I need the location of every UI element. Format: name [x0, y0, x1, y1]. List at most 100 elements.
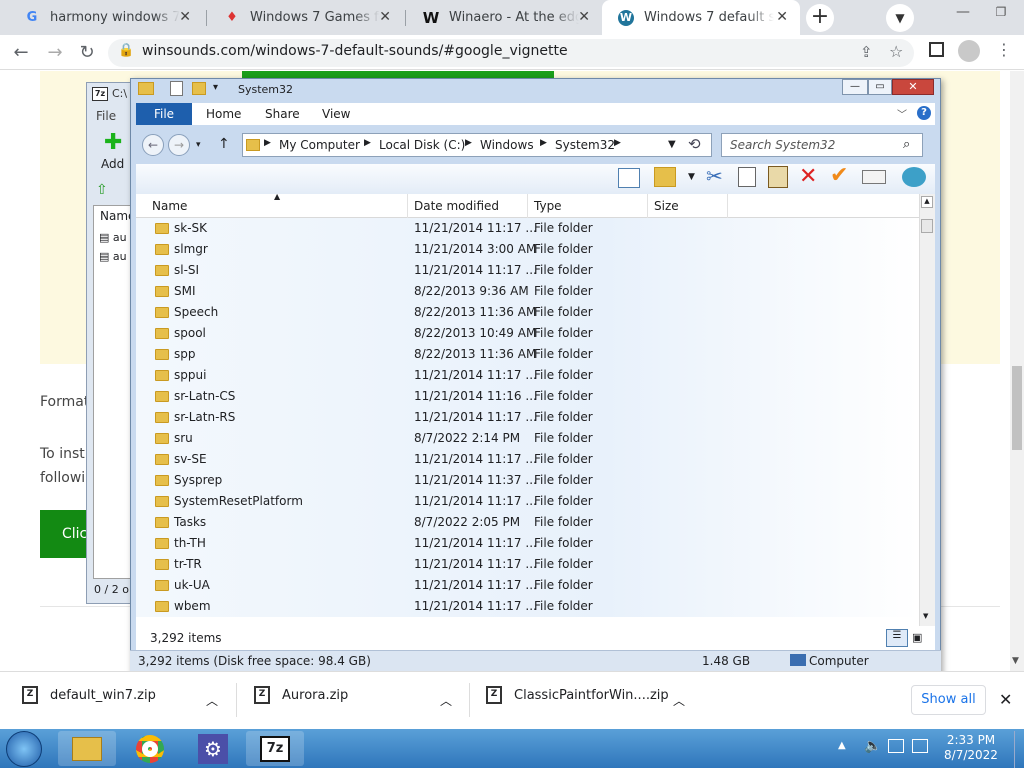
select-folder-icon[interactable] — [654, 167, 676, 187]
help-icon[interactable]: ? — [917, 106, 931, 120]
ribbon-expand-icon[interactable]: ﹀ — [897, 106, 907, 121]
close-button[interactable]: ✕ — [892, 79, 934, 95]
add-icon[interactable]: ✚ — [104, 130, 122, 155]
file-row[interactable]: sru 8/7/2022 2:14 PM File folder — [136, 428, 919, 449]
file-list-scrollbar[interactable] — [919, 194, 935, 626]
details-view-icon[interactable]: ☰ — [886, 629, 908, 647]
column-size[interactable]: Size — [648, 194, 728, 218]
close-icon[interactable]: ✕ — [179, 9, 191, 25]
forward-icon[interactable]: → — [168, 134, 190, 156]
recent-locations-icon[interactable]: ▾ — [196, 140, 201, 150]
large-icons-view-icon[interactable]: ▣ — [912, 631, 922, 644]
7zip-taskbar-button[interactable]: 7z — [246, 731, 304, 766]
tab-search-button[interactable]: ▼ — [886, 4, 914, 32]
file-row[interactable]: th-TH 11/21/2014 11:17 ... File folder — [136, 533, 919, 554]
quick-access-dropdown-icon[interactable]: ▾ — [213, 82, 218, 93]
refresh-icon[interactable]: ⟲ — [688, 135, 701, 153]
file-row[interactable]: spool 8/22/2013 10:49 AM File folder — [136, 323, 919, 344]
download-item[interactable]: Z Aurora.zip — [254, 686, 348, 704]
rename-icon[interactable] — [862, 170, 886, 184]
side-panel-icon[interactable] — [929, 42, 944, 57]
clock[interactable]: 2:33 PM 8/7/2022 — [938, 733, 1004, 763]
chevron-right-icon[interactable]: ▶ — [465, 138, 472, 148]
settings-taskbar-button[interactable]: ⚙ — [184, 731, 242, 766]
7zip-item[interactable]: ▤ au — [99, 250, 127, 263]
profile-avatar[interactable] — [958, 40, 980, 62]
file-row[interactable]: sr-Latn-CS 11/21/2014 11:16 ... File folde… — [136, 386, 919, 407]
tab-windows7-sounds[interactable]: W Windows 7 default sound ✕ — [602, 0, 800, 35]
back-icon[interactable]: ← — [142, 134, 164, 156]
file-row[interactable]: slmgr 11/21/2014 3:00 AM File folder — [136, 239, 919, 260]
menu-kebab-icon[interactable]: ⋮ — [996, 40, 1012, 59]
scroll-down-arrow[interactable]: ▼ — [923, 612, 928, 620]
close-icon[interactable]: ✕ — [578, 9, 590, 25]
chevron-up-icon[interactable]: ︿ — [206, 692, 218, 709]
tab-winaero[interactable]: W Winaero - At the edge of ✕ — [407, 0, 602, 35]
download-item[interactable]: Zdefault_win7.zip — [22, 686, 156, 704]
chevron-up-icon[interactable]: ︿ — [440, 692, 452, 709]
maximize-button[interactable]: ▭ — [868, 79, 892, 95]
ribbon-share-tab[interactable]: Share — [265, 103, 300, 125]
close-icon[interactable]: ✕ — [379, 9, 391, 25]
network-icon[interactable] — [888, 739, 904, 753]
chevron-right-icon[interactable]: ▶ — [264, 138, 271, 148]
back-icon[interactable]: ← — [6, 35, 36, 70]
copy-icon[interactable] — [738, 167, 756, 187]
column-date[interactable]: Date modified — [408, 194, 528, 218]
tab-harmony[interactable]: G harmony windows 7 - Go ✕ — [8, 0, 203, 35]
close-icon[interactable]: ✕ — [999, 690, 1012, 709]
forward-icon[interactable]: → — [40, 35, 70, 70]
chevron-right-icon[interactable]: ▶ — [614, 138, 621, 148]
show-all-button[interactable]: Show all — [911, 685, 986, 715]
up-icon[interactable]: ↑ — [218, 136, 230, 152]
cut-icon[interactable]: ✂ — [706, 164, 723, 188]
dropdown-icon[interactable]: ▼ — [688, 172, 695, 182]
ribbon-view-tab[interactable]: View — [322, 103, 350, 125]
chevron-up-icon[interactable]: ︿ — [673, 692, 685, 709]
file-row[interactable]: Tasks 8/7/2022 2:05 PM File folder — [136, 512, 919, 533]
file-row[interactable]: Speech 8/22/2013 11:36 AM File folder — [136, 302, 919, 323]
action-center-icon[interactable] — [912, 739, 928, 753]
tab-games[interactable]: ♦ Windows 7 Games for W ✕ — [208, 0, 403, 35]
chevron-right-icon[interactable]: ▶ — [540, 138, 547, 148]
page-scroll-thumb[interactable] — [1012, 366, 1022, 450]
address-dropdown-icon[interactable]: ▼ — [668, 139, 676, 150]
new-tab-button[interactable]: + — [806, 4, 834, 32]
scroll-down-arrow[interactable]: ▼ — [1012, 656, 1019, 666]
network-icon[interactable] — [902, 167, 926, 187]
file-row[interactable]: uk-UA 11/21/2014 11:17 ... File folder — [136, 575, 919, 596]
url-text[interactable]: winsounds.com/windows-7-default-sounds/#… — [142, 43, 568, 59]
add-label[interactable]: Add — [101, 157, 124, 171]
file-row[interactable]: sl-SI 11/21/2014 11:17 ... File folder — [136, 260, 919, 281]
file-row[interactable]: SystemResetPlatform 11/21/2014 11:17 ... F… — [136, 491, 919, 512]
explorer-taskbar-button[interactable] — [58, 731, 116, 766]
file-row[interactable]: sppui 11/21/2014 11:17 ... File folder — [136, 365, 919, 386]
ribbon-home-tab[interactable]: Home — [206, 103, 241, 125]
scroll-up-arrow[interactable]: ▲ — [921, 196, 933, 208]
file-row[interactable]: sr-Latn-RS 11/21/2014 11:17 ... File folde… — [136, 407, 919, 428]
search-input[interactable]: Search System32 — [721, 133, 923, 157]
breadcrumb-system32[interactable]: System32 — [555, 138, 615, 152]
close-icon[interactable]: ✕ — [776, 9, 788, 25]
breadcrumb-windows[interactable]: Windows — [480, 138, 534, 152]
restore-button[interactable]: ❐ — [978, 0, 1024, 30]
chrome-taskbar-button[interactable] — [121, 731, 179, 766]
share-icon[interactable]: ⇪ — [860, 43, 873, 61]
checkmark-icon[interactable]: ✔ — [830, 163, 848, 188]
reload-icon[interactable]: ↻ — [72, 35, 102, 70]
column-type[interactable]: Type — [528, 194, 648, 218]
file-row[interactable]: Sysprep 11/21/2014 11:37 ... File folder — [136, 470, 919, 491]
show-hidden-icons[interactable]: ▲ — [838, 740, 846, 751]
up-folder-icon[interactable]: ⇧ — [96, 182, 108, 198]
scroll-thumb[interactable] — [921, 219, 933, 233]
file-row[interactable]: SMI 8/22/2013 9:36 AM File folder — [136, 281, 919, 302]
bookmark-star-icon[interactable]: ☆ — [889, 42, 903, 61]
file-row[interactable]: sv-SE 11/21/2014 11:17 ... File folder — [136, 449, 919, 470]
show-desktop-button[interactable] — [1014, 731, 1024, 768]
file-row[interactable]: wbem 11/21/2014 11:17 ... File folder — [136, 596, 919, 617]
download-item[interactable]: Z ClassicPaintforWin....zip — [486, 686, 669, 704]
file-row[interactable]: tr-TR 11/21/2014 11:17 ... File folder — [136, 554, 919, 575]
7zip-item[interactable]: ▤ au — [99, 231, 127, 244]
file-row[interactable]: sk-SK 11/21/2014 11:17 ... File folder — [136, 218, 919, 239]
breadcrumb-my-computer[interactable]: My Computer — [279, 138, 360, 152]
